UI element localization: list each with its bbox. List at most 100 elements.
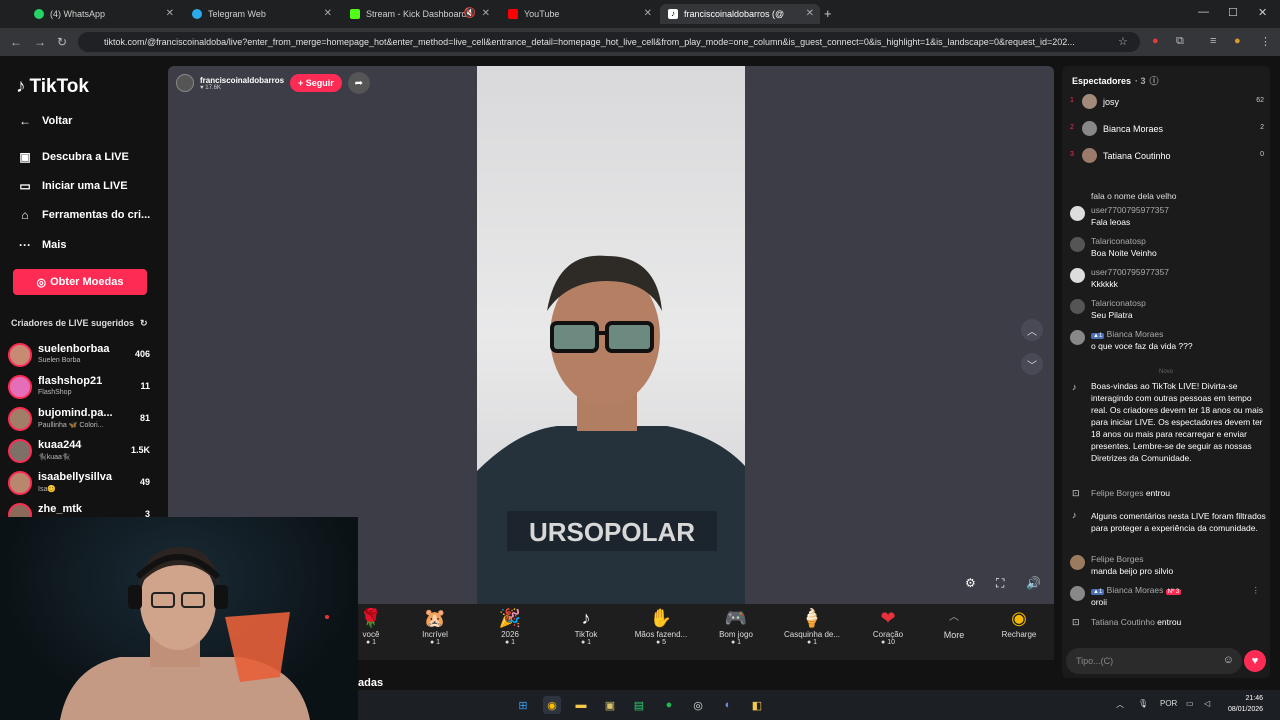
extension-icon[interactable]: ● [1152,35,1159,47]
chat-user[interactable]: user7700795977357 [1091,266,1169,278]
join-user[interactable]: Tatiana Coutinho [1091,617,1155,627]
sidebar-item-discover-live[interactable]: ▣ Descubra a LIVE [18,150,129,164]
app-icon[interactable]: ▤ [630,696,648,714]
bookmark-star-icon[interactable]: ☆ [1118,35,1128,48]
get-coins-button[interactable]: ◎ Obter Moedas [13,269,147,295]
taskbar-clock[interactable]: 21:46 08/01/2026 [1228,693,1263,715]
like-heart-button[interactable]: ♥ [1244,650,1266,672]
follow-button[interactable]: + Seguir [290,74,342,92]
volume-icon[interactable]: 🔊 [1026,576,1041,590]
viewer-row[interactable]: 1 josy 62 [1070,92,1264,112]
gift-item[interactable]: 🎮 Bom jogo ● 1 [701,608,771,646]
close-icon[interactable]: ✕ [644,8,652,19]
new-tab-button[interactable]: + [824,6,832,21]
forward-arrow-icon[interactable]: → [34,35,46,49]
obs-icon[interactable]: ◎ [689,696,707,714]
viewer-score: 2 [1260,124,1264,131]
close-icon[interactable]: ✕ [806,8,814,19]
close-icon[interactable]: ✕ [166,8,174,19]
profile-avatar-icon[interactable]: ● [1234,35,1241,47]
gift-item[interactable]: 🎉 2026 ● 1 [475,608,545,646]
gift-item[interactable]: ♪ TikTok ● 1 [551,608,621,646]
chrome-icon[interactable]: ◉ [543,696,561,714]
network-icon[interactable]: ▭ [1186,699,1194,708]
language-indicator[interactable]: POR [1160,699,1177,708]
chat-user[interactable]: Talariconatosp [1091,297,1146,309]
file-explorer-icon[interactable]: ▬ [572,696,590,714]
creator-item[interactable]: suelenborbaa Suelen Borba 406 [8,341,160,369]
info-icon[interactable]: ⓘ [1150,74,1159,87]
spotify-icon[interactable]: ● [660,696,678,714]
discord-icon[interactable]: ◐ [719,696,737,714]
host-name[interactable]: franciscoinaldobarros [200,76,284,85]
media-control-icon[interactable]: ≡ [1210,35,1216,47]
back-arrow-icon[interactable]: ← [10,35,22,49]
coins-label: Obter Moedas [50,276,124,288]
gift-item[interactable]: 🐹 Incrível ● 1 [400,608,470,646]
tab-whatsapp[interactable]: (4) WhatsApp ✕ [26,4,180,24]
rank: 3 [1070,151,1074,158]
menu-kebab-icon[interactable]: ⋮ [1260,35,1271,48]
join-message: Felipe Borges entrou [1091,488,1170,498]
sidebar-item-label: Ferramentas do cri... [42,209,151,221]
chevron-up-icon[interactable]: ︿ [1116,699,1124,710]
tiktok-note-icon: ♪ [1072,382,1077,392]
tab-kick[interactable]: Stream - Kick Dashboard 🔇 ✕ [342,4,496,24]
sidebar-item-start-live[interactable]: ▭ Iniciar uma LIVE [18,179,127,193]
recharge-button[interactable]: ◉ Recharge [984,608,1054,639]
windows-start-icon[interactable]: ⊞ [514,696,532,714]
mute-icon[interactable]: 🔇 [464,8,476,19]
sidebar-item-creator-tools[interactable]: ⌂ Ferramentas do cri... [18,208,150,222]
microphone-icon[interactable]: 🎙 [1138,699,1148,708]
creator-item[interactable]: bujomind.pa... Paullinha 🦋 Colori... 81 [8,405,160,433]
tab-telegram[interactable]: Telegram Web ✕ [184,4,338,24]
close-icon[interactable]: ✕ [482,8,490,19]
close-window-button[interactable]: ✕ [1258,6,1267,19]
extensions-puzzle-icon[interactable]: ⧉ [1176,35,1184,48]
tab-youtube[interactable]: YouTube ✕ [500,4,658,24]
viewer-row[interactable]: 3 Tatiana Coutinho 0 [1070,146,1264,166]
refresh-icon[interactable]: ↻ [140,318,148,329]
chat-user[interactable]: Talariconatosp [1091,235,1146,247]
fullscreen-icon[interactable]: ⛶ [996,576,1004,591]
chevron-down-icon[interactable]: ﹀ [1021,353,1043,375]
creator-item[interactable]: kuaa244 🐈‍⬛kuaa🐈‍⬛ 1.5K [8,437,160,465]
app-icon[interactable]: ◧ [748,696,766,714]
url-field[interactable]: tiktok.com/@franciscoinaldoba/live?enter… [78,32,1140,52]
chat-input[interactable]: Tipo...(C) ☺ [1066,648,1242,674]
avatar [1070,586,1085,601]
chat-user[interactable]: Felipe Borges [1091,553,1143,565]
share-icon[interactable]: ➦ [347,72,370,94]
clock-date: 08/01/2026 [1228,706,1264,713]
maximize-button[interactable]: ☐ [1228,6,1238,19]
tiktok-logo[interactable]: ♪ TikTok [16,76,89,98]
creator-item[interactable]: isaabellysillva Isa😊 49 [8,469,160,497]
chat-panel: Espectadores · 3 ⓘ 1 josy 62 2 Bianca Morae… [1062,66,1270,678]
gift-item[interactable]: 🍦 Casquinha de... ● 1 [777,608,847,646]
close-icon[interactable]: ✕ [324,8,332,19]
back-button[interactable]: ← Voltar [18,114,72,128]
tiktok-icon: ♪ [668,9,678,19]
emoji-icon[interactable]: ☺ [1223,654,1234,666]
gift-item[interactable]: ✋ Mãos fazend... ● 5 [626,608,696,646]
gift-item[interactable]: ❤ Coração ● 10 [853,608,923,646]
chat-user[interactable]: user7700795977357 [1091,204,1169,216]
reload-icon[interactable]: ↻ [57,35,67,49]
sidebar-item-more[interactable]: ··· Mais [18,238,66,252]
join-user[interactable]: Felipe Borges [1091,488,1143,498]
tab-tiktok[interactable]: ♪ franciscoinaldobarros (@fra ✕ [660,4,820,24]
chevron-up-icon[interactable]: ︿ [1021,319,1043,341]
host-avatar[interactable] [176,74,194,92]
speaker-icon[interactable]: ◁ [1204,699,1210,708]
app-icon[interactable]: ▣ [601,696,619,714]
minimize-button[interactable]: — [1198,6,1209,18]
more-options-icon[interactable]: ⋮ [1252,584,1261,596]
tab-title: (4) WhatsApp [50,9,106,19]
screen: (4) WhatsApp ✕ Telegram Web ✕ Stream - K… [0,0,1280,720]
viewer-row[interactable]: 2 Bianca Moraes 2 [1070,119,1264,139]
settings-gear-icon[interactable]: ⚙ [965,576,976,590]
chat-text: oroii [1091,597,1108,607]
avatar [1070,206,1085,221]
more-gifts-button[interactable]: ︿ More [919,608,989,640]
creator-item[interactable]: flashshop21 FlashShop 11 [8,373,160,401]
